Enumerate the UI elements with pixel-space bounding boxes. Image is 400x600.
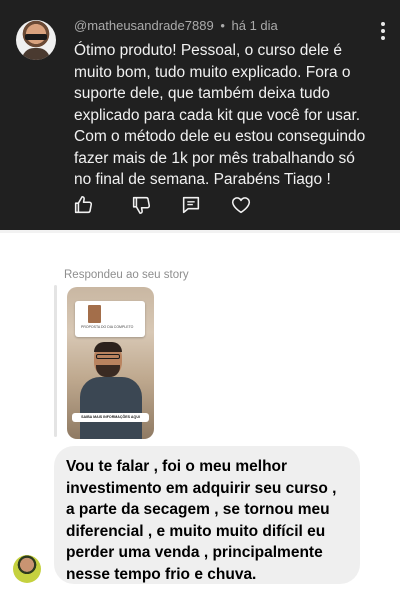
comment-separator: • [220,18,225,33]
story-person-hair [94,342,122,352]
message-bubble: Vou te falar , foi o meu melhor investim… [54,446,360,584]
like-icon[interactable] [72,194,94,216]
comment-time: há 1 dia [231,18,278,33]
story-card-text: PROPOSTA DO DIA COMPLETO [81,325,134,329]
story-person-beard [96,365,120,377]
story-link-sticker[interactable]: SAIBA MAIS INFORMAÇÕES AQUI [72,413,149,422]
comment-username[interactable]: @matheusandrade7889 [74,18,214,33]
story-thumbnail[interactable]: PROPOSTA DO DIA COMPLETO SAIBA MAIS INFO… [67,287,154,439]
story-post-card: PROPOSTA DO DIA COMPLETO [75,301,145,337]
story-reply-label: Respondeu ao seu story [64,269,189,281]
sender-avatar[interactable] [13,555,41,583]
reply-icon[interactable] [180,194,202,216]
dm-thread: Respondeu ao seu story PROPOSTA DO DIA C… [0,233,400,600]
heart-icon[interactable] [230,194,252,216]
comment-card: @matheusandrade7889 • há 1 dia Ótimo pro… [0,0,400,230]
story-person-glasses [96,354,120,359]
reply-indicator-bar [54,285,57,437]
story-mini-photo [88,305,101,323]
more-options-icon[interactable] [380,22,386,40]
story-person-body [80,377,142,439]
dislike-icon[interactable] [130,194,152,216]
commenter-avatar[interactable] [16,20,56,60]
comment-header: @matheusandrade7889 • há 1 dia [74,18,278,33]
comment-text: Ótimo produto! Pessoal, o curso dele é m… [74,42,366,188]
